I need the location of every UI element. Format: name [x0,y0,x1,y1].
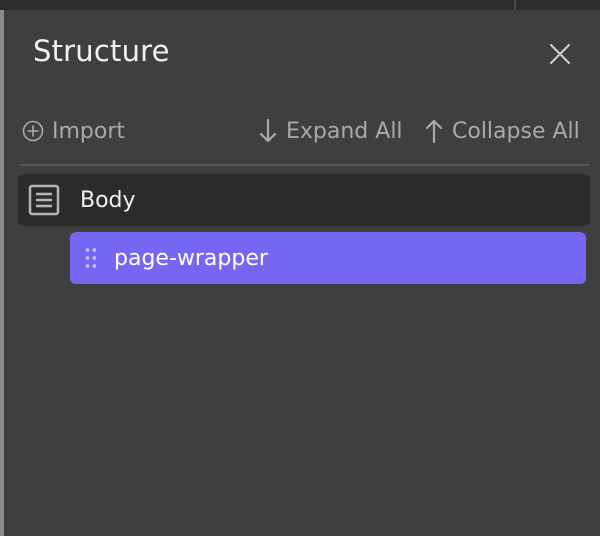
top-bar [0,0,600,10]
structure-panel: Structure Import Expand All Collapse All [4,10,600,536]
top-bar-divider [514,0,516,10]
collapse-all-button[interactable]: Collapse All [424,114,580,148]
tree-item-label: page-wrapper [114,245,268,271]
plus-circle-icon [22,120,44,142]
drag-handle-icon[interactable] [84,247,98,269]
import-button[interactable]: Import [22,114,125,148]
arrow-down-icon [259,118,277,143]
close-button[interactable] [544,38,576,70]
import-label: Import [52,118,126,144]
arrow-up-icon [425,119,443,144]
tree-item-label: Body [80,187,136,213]
toolbar-divider [20,164,590,166]
tree-item-body[interactable]: Body [18,174,590,226]
close-icon [550,44,570,64]
structure-toolbar: Import Expand All Collapse All [4,114,600,148]
expand-all-button[interactable]: Expand All [258,114,403,148]
panel-title: Structure [33,34,170,68]
collapse-all-label: Collapse All [452,118,580,144]
tree-item-page-wrapper[interactable]: page-wrapper [70,232,586,284]
body-icon [28,184,60,216]
expand-all-label: Expand All [286,118,403,144]
